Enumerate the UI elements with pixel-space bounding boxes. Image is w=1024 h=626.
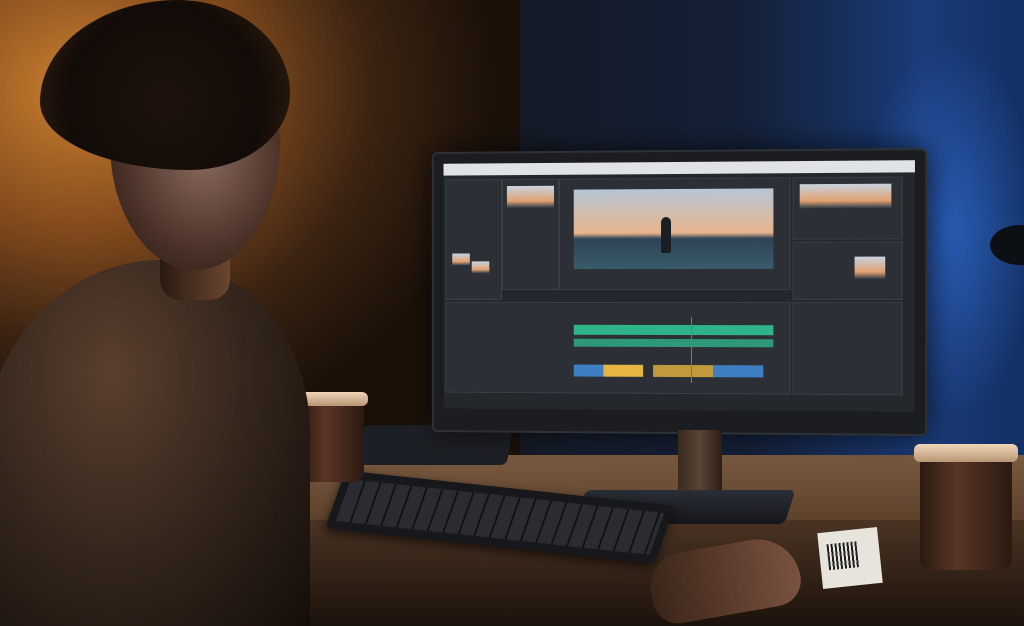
effect-preview (800, 184, 892, 209)
computer-monitor (432, 148, 927, 436)
person-body (0, 260, 310, 626)
lumetri-panel (793, 241, 903, 300)
video-clip (574, 365, 604, 377)
source-monitor-panel (502, 179, 559, 290)
project-panel (445, 179, 502, 300)
audio-track-clip (574, 339, 774, 348)
coffee-cup (920, 456, 1012, 570)
video-clip (713, 365, 763, 377)
media-thumbnail (452, 253, 470, 265)
media-thumbnail (472, 261, 490, 273)
person-silhouette (661, 217, 671, 253)
program-monitor-panel (559, 177, 791, 290)
color-preview (855, 257, 886, 279)
coffee-cup-lid (914, 444, 1018, 462)
timeline-panel (445, 302, 790, 395)
playhead (691, 317, 692, 383)
editor-menubar (444, 160, 915, 175)
monitor-stand-neck (678, 430, 722, 498)
audio-track-clip (574, 325, 774, 335)
effects-panel (793, 176, 903, 239)
photo-scene (0, 0, 1024, 626)
essential-graphics-panel (793, 302, 903, 395)
video-clip (603, 365, 643, 377)
video-editor-screen (444, 160, 915, 411)
barcode (826, 541, 859, 570)
receipt-paper (817, 527, 883, 589)
video-clip (653, 365, 713, 377)
source-preview (507, 186, 554, 208)
program-preview-frame (574, 188, 774, 269)
